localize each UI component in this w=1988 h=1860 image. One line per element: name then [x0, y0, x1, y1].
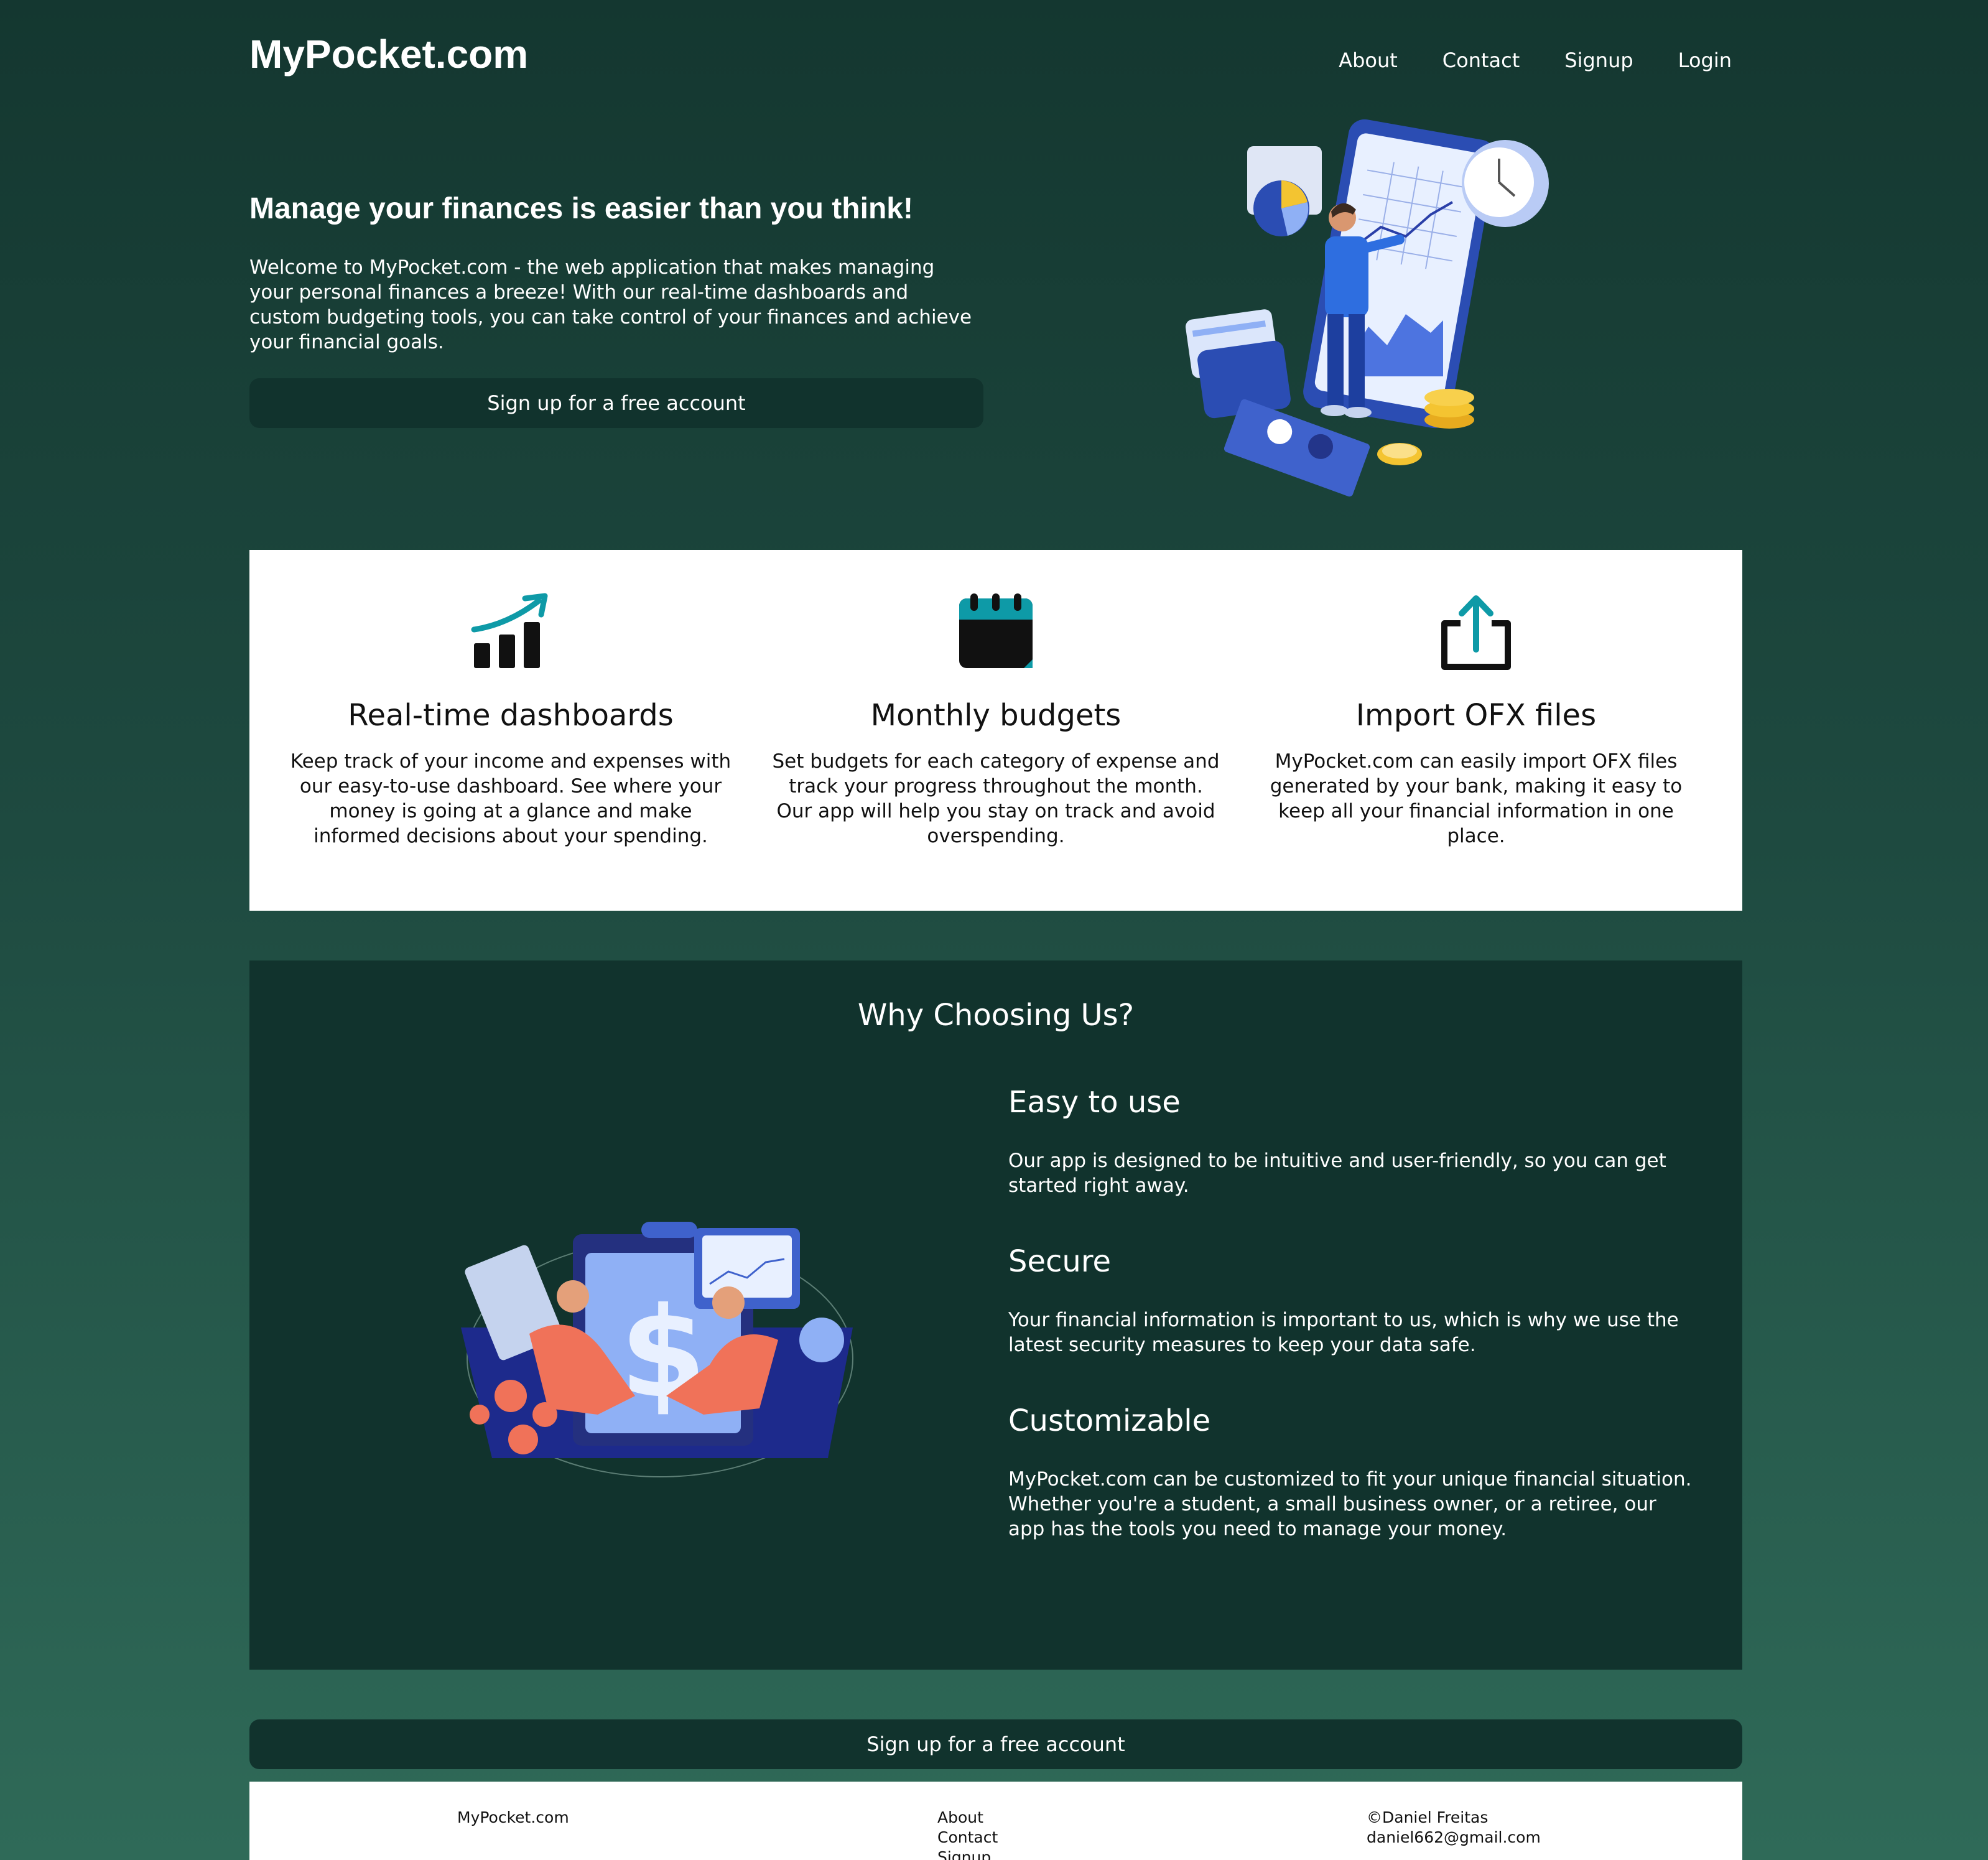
- bottom-signup-button[interactable]: Sign up for a free account: [249, 1719, 1742, 1769]
- why-item-text: MyPocket.com can be customized to fit yo…: [1008, 1468, 1692, 1540]
- feature-description: MyPocket.com can easily import OFX files…: [1270, 750, 1683, 847]
- why-list: Easy to use Our app is designed to be in…: [1008, 1085, 1693, 1588]
- footer: MyPocket.com About Contact Signup ©Danie…: [249, 1782, 1742, 1860]
- nav-signup[interactable]: Signup: [1564, 49, 1633, 72]
- footer-link-signup[interactable]: Signup: [937, 1848, 998, 1860]
- handshake-deal-illustration: $: [461, 1222, 853, 1477]
- features-panel: Real-time dashboards Keep track of your …: [249, 550, 1742, 911]
- why-item-text: Our app is designed to be intuitive and …: [1008, 1150, 1666, 1197]
- footer-link-about[interactable]: About: [937, 1808, 998, 1828]
- feature-title: Monthly budgets: [870, 698, 1122, 733]
- site-logo[interactable]: MyPocket.com: [249, 31, 528, 77]
- chart-growth-icon: [471, 593, 548, 668]
- feature-title: Import OFX files: [1355, 698, 1597, 733]
- footer-contact: ©Daniel Freitas daniel662@gmail.com: [1367, 1808, 1541, 1848]
- feature-import-ofx: Import OFX files MyPocket.com can easily…: [1252, 550, 1700, 849]
- hero-signup-button[interactable]: Sign up for a free account: [249, 378, 983, 428]
- feature-title: Real-time dashboards: [348, 698, 674, 733]
- footer-email[interactable]: daniel662@gmail.com: [1367, 1828, 1541, 1848]
- footer-copyright: ©Daniel Freitas: [1367, 1808, 1489, 1826]
- feature-description: Keep track of your income and expenses w…: [290, 750, 732, 847]
- feature-dashboards: Real-time dashboards Keep track of your …: [287, 550, 735, 849]
- nav-about[interactable]: About: [1339, 49, 1398, 72]
- why-choose-us-panel: Why Choosing Us? $ Easy to use Our app i…: [249, 960, 1742, 1670]
- why-item-secure: Secure Your financial information is imp…: [1008, 1244, 1693, 1357]
- calendar-icon: [959, 593, 1033, 668]
- footer-brand: MyPocket.com: [457, 1808, 569, 1826]
- top-nav: About Contact Signup Login: [1339, 49, 1732, 72]
- footer-link-contact[interactable]: Contact: [937, 1828, 998, 1848]
- why-item-easy: Easy to use Our app is designed to be in…: [1008, 1085, 1693, 1198]
- finance-dashboard-illustration: [1185, 119, 1549, 497]
- hero-description: Welcome to MyPocket.com - the web applic…: [249, 256, 972, 353]
- why-title: Why Choosing Us?: [857, 998, 1135, 1033]
- why-item-title: Customizable: [1008, 1403, 1211, 1438]
- why-item-customizable: Customizable MyPocket.com can be customi…: [1008, 1403, 1693, 1541]
- upload-share-icon: [1441, 595, 1511, 670]
- why-item-title: Easy to use: [1008, 1085, 1181, 1120]
- why-item-title: Secure: [1008, 1244, 1112, 1279]
- footer-links: About Contact Signup: [937, 1808, 998, 1860]
- feature-description: Set budgets for each category of expense…: [772, 750, 1220, 847]
- why-item-text: Your financial information is important …: [1008, 1309, 1679, 1356]
- hero-title: Manage your finances is easier than you …: [249, 192, 913, 225]
- feature-budgets: Monthly budgets Set budgets for each cat…: [772, 550, 1220, 849]
- nav-login[interactable]: Login: [1678, 49, 1732, 72]
- nav-contact[interactable]: Contact: [1442, 49, 1520, 72]
